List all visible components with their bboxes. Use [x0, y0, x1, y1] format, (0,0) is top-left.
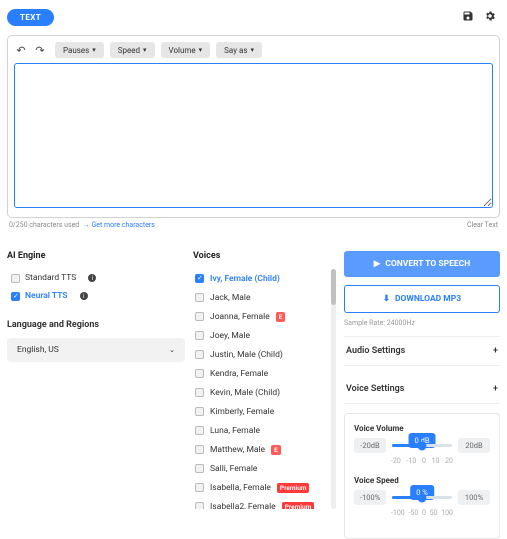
engine-neural[interactable]: Neural TTS i — [7, 287, 185, 305]
engine-title: AI Engine — [7, 251, 185, 261]
checkbox-icon — [195, 483, 204, 492]
language-select[interactable]: English, US⌄ — [7, 338, 185, 362]
checkbox-icon — [195, 274, 204, 283]
voice-item[interactable]: Matthew, Male E — [193, 440, 326, 459]
get-more-link[interactable]: → Get more characters — [83, 221, 155, 229]
volume-dropdown[interactable]: Volume▾ — [161, 42, 211, 58]
voice-label: Joanna, Female — [210, 312, 270, 322]
voice-item[interactable]: Isabella2, Female Premium — [193, 497, 326, 509]
voice-list: Ivy, Female (Child) Jack, Male Joanna, Fem… — [193, 269, 336, 509]
clear-text-link[interactable]: Clear Text — [467, 221, 498, 229]
voice-item[interactable]: Kendra, Female — [193, 364, 326, 383]
voice-settings-accordion[interactable]: Voice Settings+ — [344, 375, 500, 404]
scrollbar-track[interactable] — [331, 269, 336, 509]
voice-item[interactable]: Isabella, Female Premium — [193, 478, 326, 497]
voice-label: Luna, Female — [210, 426, 260, 436]
chevron-down-icon: ▾ — [250, 46, 254, 54]
voice-item[interactable]: Joey, Male — [193, 326, 326, 345]
sample-rate: Sample Rate: 24000Hz — [344, 319, 500, 327]
voice-label: Matthew, Male — [210, 445, 265, 455]
chevron-down-icon: ⌄ — [169, 346, 175, 354]
voice-label: Joey, Male — [210, 331, 250, 341]
voice-label: Ivy, Female (Child) — [210, 274, 280, 284]
voice-item[interactable]: Salli, Female — [193, 459, 326, 478]
text-editor[interactable] — [14, 63, 493, 208]
voice-item[interactable]: Justin, Male (Child) — [193, 345, 326, 364]
speed-dropdown[interactable]: Speed▾ — [110, 42, 155, 58]
badge: Premium — [277, 483, 310, 493]
checkbox-icon — [195, 350, 204, 359]
voice-label: Kendra, Female — [210, 369, 268, 379]
voice-label: Isabella2, Female — [210, 502, 276, 510]
volume-slider[interactable]: 0 dB — [392, 439, 452, 453]
pauses-dropdown[interactable]: Pauses▾ — [55, 42, 104, 58]
volume-max: 20dB — [458, 438, 490, 453]
voice-label: Jack, Male — [210, 293, 250, 303]
download-button[interactable]: ⬇DOWNLOAD MP3 — [344, 285, 500, 313]
checkbox-icon — [195, 502, 204, 509]
checkbox-icon — [195, 464, 204, 473]
voice-item[interactable]: Jack, Male — [193, 288, 326, 307]
voices-title: Voices — [193, 251, 336, 261]
undo-button[interactable]: ↶ — [14, 43, 28, 57]
redo-button[interactable]: ↷ — [33, 43, 47, 57]
speed-slider[interactable]: 0 % — [392, 491, 452, 505]
badge: E — [276, 312, 286, 322]
voice-item[interactable]: Ivy, Female (Child) — [193, 269, 326, 288]
download-icon: ⬇ — [383, 294, 390, 304]
gear-icon[interactable] — [484, 10, 496, 25]
play-icon: ▶ — [374, 259, 381, 269]
info-icon: i — [80, 292, 88, 300]
voice-item[interactable]: Joanna, Female E — [193, 307, 326, 326]
engine-standard[interactable]: Standard TTS i — [7, 269, 185, 287]
chevron-down-icon: ▾ — [92, 46, 96, 54]
chevron-down-icon: ▾ — [199, 46, 203, 54]
voice-settings-panel: Voice Volume -20dB 0 dB 20dB -20-1001020… — [344, 413, 500, 539]
voice-label: Kimberly, Female — [210, 407, 274, 417]
checkbox-icon — [195, 369, 204, 378]
convert-button[interactable]: ▶CONVERT TO SPEECH — [344, 251, 500, 277]
editor-card: ↶ ↷ Pauses▾ Speed▾ Volume▾ Say as▾ — [7, 35, 500, 218]
checkbox-icon — [195, 331, 204, 340]
checkbox-icon — [195, 407, 204, 416]
voice-item[interactable]: Kevin, Male (Child) — [193, 383, 326, 402]
save-icon[interactable] — [462, 10, 474, 25]
volume-min: -20dB — [354, 438, 386, 453]
speed-min: -100% — [354, 490, 386, 505]
voice-label: Isabella, Female — [210, 483, 271, 493]
info-icon: i — [88, 274, 96, 282]
voice-label: Salli, Female — [210, 464, 257, 474]
scrollbar-thumb[interactable] — [331, 269, 336, 305]
badge: Premium — [282, 502, 315, 510]
speed-max: 100% — [458, 490, 490, 505]
checkbox-icon — [195, 445, 204, 454]
voice-label: Kevin, Male (Child) — [210, 388, 280, 398]
tab-text[interactable]: TEXT — [7, 9, 54, 26]
checkbox-icon — [195, 388, 204, 397]
chevron-down-icon: ▾ — [143, 46, 147, 54]
badge: E — [271, 445, 281, 455]
region-title: Language and Regions — [7, 320, 185, 330]
plus-icon: + — [493, 384, 498, 394]
checkbox-icon — [195, 293, 204, 302]
voice-item[interactable]: Kimberly, Female — [193, 402, 326, 421]
checkbox-icon — [195, 426, 204, 435]
checkbox-icon — [195, 312, 204, 321]
character-count: 0/250 characters used → Get more charact… — [9, 221, 155, 229]
voice-label: Justin, Male (Child) — [210, 350, 283, 360]
plus-icon: + — [493, 346, 498, 356]
audio-settings-accordion[interactable]: Audio Settings+ — [344, 336, 500, 366]
sayas-dropdown[interactable]: Say as▾ — [216, 42, 262, 58]
voice-item[interactable]: Luna, Female — [193, 421, 326, 440]
